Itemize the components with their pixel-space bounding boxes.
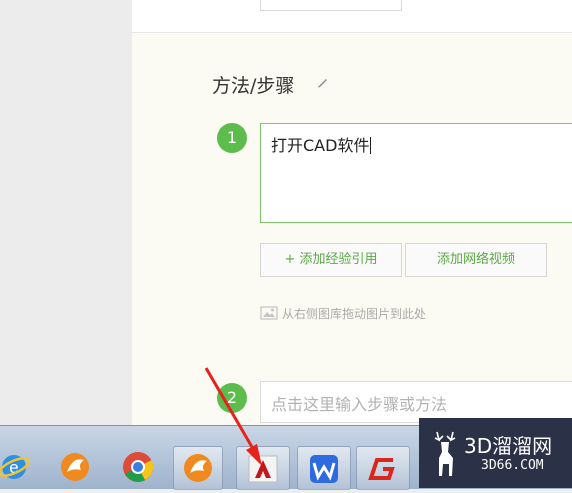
step-1-textarea[interactable]: 打开CAD软件 [260, 123, 572, 223]
taskbar-chrome[interactable] [114, 446, 162, 488]
taskbar-autocad[interactable] [236, 446, 290, 490]
image-drop-hint: 从右侧图库拖动图片到此处 [260, 305, 426, 322]
add-video-button[interactable]: 添加网络视频 [405, 243, 547, 277]
internet-explorer-icon: e [0, 455, 30, 479]
step-2-input[interactable]: 点击这里输入步骤或方法 [260, 381, 572, 423]
step-1-number-badge: 1 [217, 123, 247, 153]
taskbar-browser-1[interactable] [51, 446, 99, 488]
previous-field-edge [260, 0, 402, 11]
browser-fox-icon [184, 454, 212, 482]
wps-icon [310, 455, 338, 483]
chrome-icon [123, 452, 154, 482]
autocad-icon [248, 455, 278, 483]
add-quote-button[interactable]: + 添加经验引用 [260, 243, 402, 277]
previous-section-strip [132, 0, 572, 33]
edit-pencil-icon[interactable] [316, 75, 330, 89]
red-g-app-icon [368, 458, 395, 480]
page-left-gutter [0, 0, 132, 425]
text-caret [370, 137, 372, 154]
image-drop-hint-text: 从右侧图库拖动图片到此处 [282, 307, 427, 321]
watermark-domain: 3D66.COM [481, 458, 544, 473]
taskbar-red-app[interactable] [356, 446, 410, 490]
step-2-placeholder: 点击这里输入步骤或方法 [271, 395, 448, 414]
step-1-text: 打开CAD软件 [271, 136, 372, 155]
deer-logo-icon [434, 431, 456, 476]
steps-editor: 方法/步骤 1 打开CAD软件 + 添加经验引用 添加网络视频 从右侧图库拖动图… [132, 33, 572, 425]
watermark-brand: 3D溜溜网 [464, 434, 553, 458]
step-2-number-badge: 2 [217, 383, 247, 413]
taskbar-ie[interactable]: e [0, 446, 38, 488]
3d66-watermark: 3D溜溜网 3D66.COM [419, 418, 572, 488]
image-icon [260, 306, 278, 320]
section-title: 方法/步骤 [212, 75, 295, 97]
browser-fox-icon [61, 453, 89, 481]
taskbar-wps[interactable] [297, 446, 351, 490]
taskbar-browser-2[interactable] [173, 446, 223, 490]
